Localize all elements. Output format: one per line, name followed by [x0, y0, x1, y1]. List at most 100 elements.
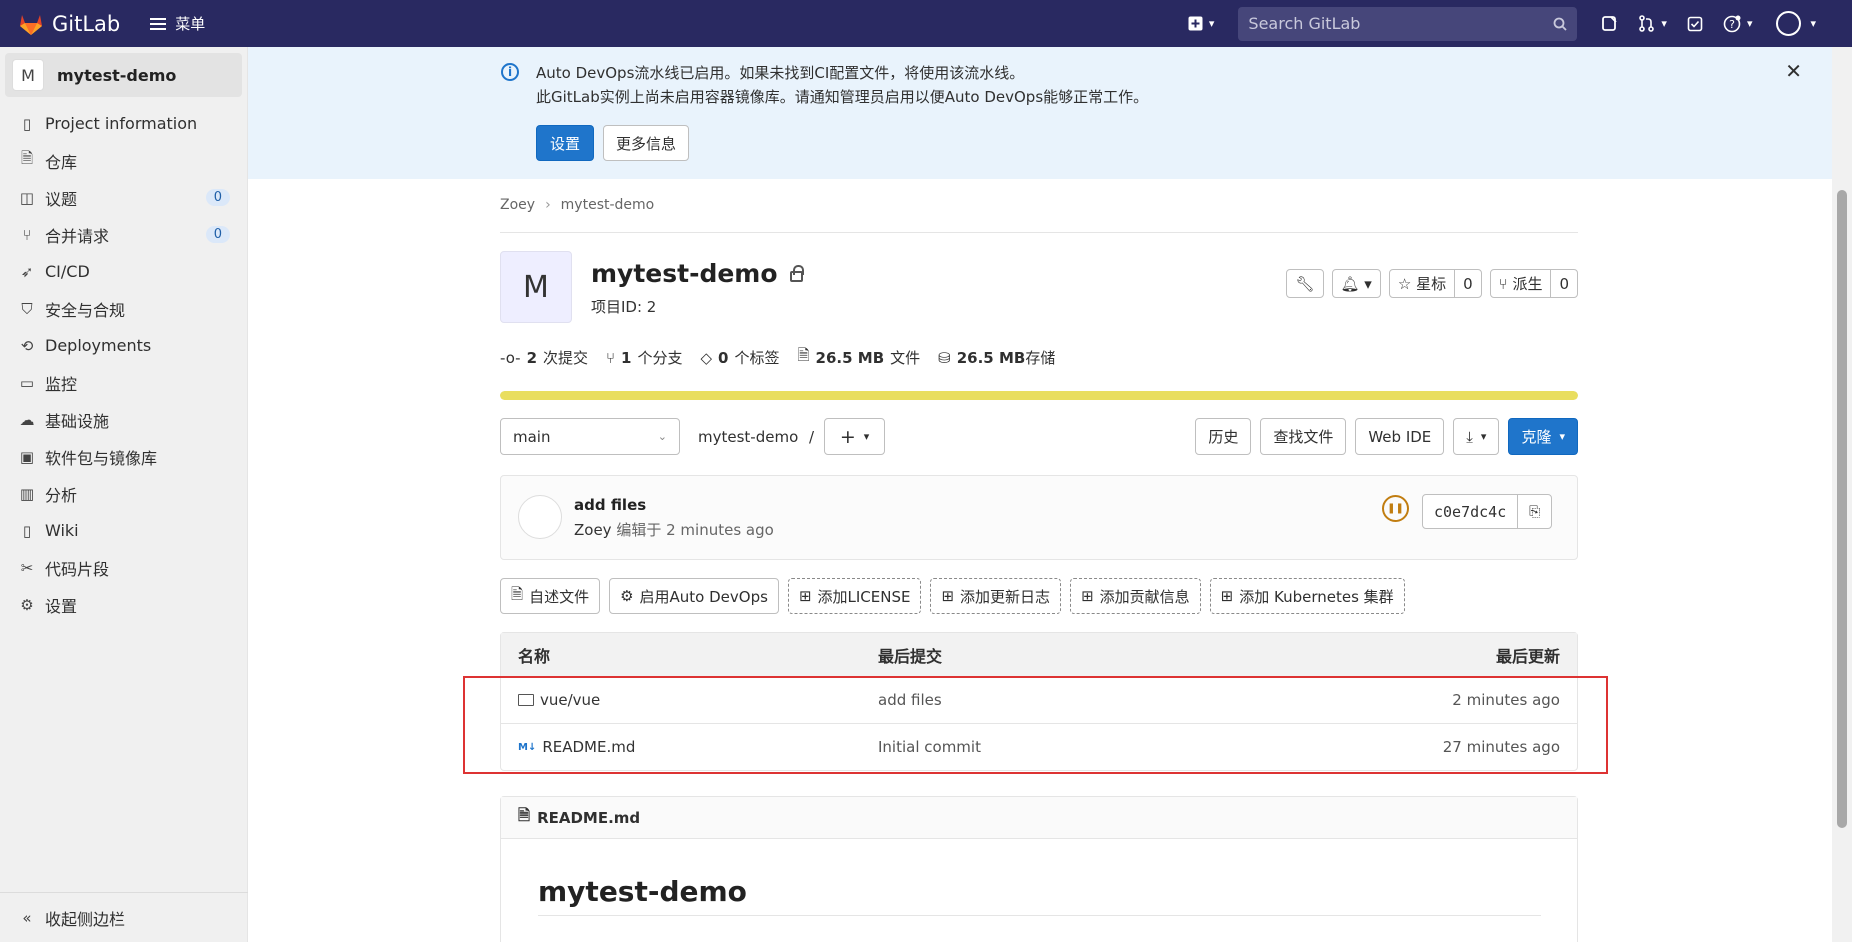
stat-files[interactable]: 🗎 26.5 MB 文件 — [797, 345, 920, 370]
stat-storage[interactable]: ⛁ 26.5 MB 存储 — [938, 345, 1055, 370]
fork-button[interactable]: ⑂ 派生 0 — [1489, 269, 1578, 298]
add-license-button[interactable]: ⊞ 添加LICENSE — [787, 578, 922, 614]
web-ide-button[interactable]: Web IDE — [1355, 418, 1445, 455]
branch-icon: ⑂ — [606, 348, 616, 367]
issues-icon — [1602, 16, 1618, 31]
copy-icon[interactable]: ⎘ — [1517, 495, 1551, 528]
download-dropdown[interactable]: ⤓ ▾ — [1453, 418, 1500, 455]
bell-icon: 🔔︎ ▾ — [1340, 274, 1372, 293]
readme-file-name[interactable]: README.md — [537, 809, 640, 827]
plus-square-icon: ⊞ — [941, 587, 955, 605]
add-to-tree-dropdown[interactable]: + ▾ — [824, 418, 886, 455]
gitlab-logo[interactable]: GitLab — [18, 12, 120, 36]
shield-icon: ⛉ — [21, 299, 33, 318]
alert-settings-button[interactable]: 设置 — [536, 125, 595, 161]
sidebar-item-settings[interactable]: ⚙ 设置 — [0, 586, 247, 623]
add-kubernetes-cluster-button[interactable]: ⊞ 添加 Kubernetes 集群 — [1209, 578, 1405, 614]
commit-author[interactable]: Zoey — [574, 521, 612, 539]
alert-more-info-button[interactable]: 更多信息 — [603, 125, 690, 161]
sidebar-item-deployments[interactable]: ⟲ Deployments — [0, 327, 247, 364]
fork-label: 派生 — [1512, 275, 1543, 293]
add-changelog-button[interactable]: ⊞ 添加更新日志 — [930, 578, 1062, 614]
page-scrollbar-thumb[interactable] — [1837, 190, 1847, 828]
gear-icon: ⚙ — [20, 595, 34, 614]
commit-author-avatar[interactable] — [518, 495, 562, 539]
close-icon[interactable]: ✕ — [1785, 59, 1802, 83]
package-icon: ▣ — [19, 447, 35, 466]
repo-path-name[interactable]: mytest-demo — [698, 428, 798, 446]
breadcrumb-item-project[interactable]: mytest-demo — [561, 197, 655, 213]
stat-commits-value: 2 — [526, 348, 537, 367]
sidebar-item-snippets[interactable]: ✂ 代码片段 — [0, 549, 247, 586]
tag-icon: ◇ — [700, 348, 713, 367]
clone-dropdown[interactable]: 克隆 ▾ — [1508, 418, 1578, 455]
add-readme-button[interactable]: 🗎 自述文件 — [500, 578, 601, 614]
sidebar-nav: ▯ Project information 🗎 仓库 ◫ 议题 0 ⑂ 合并请求… — [0, 105, 247, 623]
stat-commits[interactable]: -o- 2 次提交 — [500, 345, 588, 370]
sidebar-item-repository[interactable]: 🗎 仓库 — [0, 142, 247, 179]
breadcrumb-item-owner[interactable]: Zoey — [500, 197, 535, 213]
highlight-annotation-box — [463, 676, 1608, 774]
project-title-text: mytest-demo — [591, 259, 778, 288]
language-bar-fill — [500, 391, 1578, 400]
stat-files-label: 文件 — [890, 349, 921, 367]
search-input[interactable]: Search GitLab — [1238, 6, 1578, 41]
collapse-sidebar-button[interactable]: « 收起侧边栏 — [0, 892, 248, 942]
stat-tags[interactable]: ◇ 0 个标签 — [700, 345, 779, 370]
issues-shortcut[interactable] — [1601, 15, 1618, 32]
sidebar-item-monitor[interactable]: ▭ 监控 — [0, 364, 247, 401]
user-menu[interactable]: ▾ — [1776, 11, 1816, 36]
find-file-button[interactable]: 查找文件 — [1260, 418, 1347, 455]
sidebar-item-security[interactable]: ⛉ 安全与合规 — [0, 290, 247, 327]
commit-sha[interactable]: c0e7dc4c — [1423, 495, 1517, 528]
main-menu-button[interactable]: 菜单 — [150, 13, 205, 34]
sidebar-item-infrastructure[interactable]: ☁ 基础设施 — [0, 401, 247, 438]
pipeline-paused-icon[interactable]: ❚❚ — [1382, 495, 1409, 522]
chevron-down-icon: ▾ — [1810, 17, 1816, 30]
stat-tags-value: 0 — [718, 348, 729, 367]
add-contributing-button[interactable]: ⊞ 添加贡献信息 — [1070, 578, 1201, 614]
project-actions: 🔧︎ 🔔︎ ▾ ☆ 星标 0 ⑂ 派生 0 — [1286, 269, 1578, 298]
todos-shortcut[interactable] — [1687, 16, 1703, 32]
plus-square-icon — [1188, 16, 1203, 31]
sidebar-item-packages[interactable]: ▣ 软件包与镜像库 — [0, 438, 247, 475]
hamburger-icon — [150, 17, 167, 30]
help-dropdown[interactable]: ? ▾ — [1723, 15, 1752, 33]
project-settings-button[interactable]: 🔧︎ — [1286, 269, 1324, 298]
enable-auto-devops-button[interactable]: ⚙ 启用Auto DevOps — [609, 578, 779, 614]
repository-toolbar: main ⌄ mytest-demo / + ▾ 历史 查找文件 Web IDE… — [500, 418, 1578, 455]
branch-selector[interactable]: main ⌄ — [500, 418, 680, 455]
star-button[interactable]: ☆ 星标 0 — [1388, 269, 1482, 298]
book-icon: ▯ — [22, 521, 32, 540]
sidebar-item-wiki[interactable]: ▯ Wiki — [0, 512, 247, 549]
sidebar-item-label: 合并请求 — [45, 226, 110, 246]
project-title: mytest-demo — [591, 259, 804, 288]
sidebar-project-header[interactable]: M mytest-demo — [5, 53, 242, 97]
sidebar-item-label: 分析 — [45, 485, 78, 505]
history-button[interactable]: 历史 — [1195, 418, 1252, 455]
plus-square-icon: ⊞ — [798, 587, 812, 605]
merge-requests-shortcut[interactable]: ▾ — [1638, 15, 1667, 32]
quick-action-label: 添加更新日志 — [960, 587, 1051, 606]
merge-request-icon — [1639, 15, 1655, 32]
storage-icon: ⛁ — [938, 348, 951, 367]
stat-tags-label: 个标签 — [734, 349, 780, 367]
commit-title[interactable]: add files — [574, 496, 646, 514]
fork-count[interactable]: 0 — [1550, 270, 1577, 297]
chevron-down-icon: ▾ — [1480, 430, 1487, 443]
sidebar-item-project-information[interactable]: ▯ Project information — [0, 105, 247, 142]
breadcrumb-chevron-icon: › — [545, 197, 551, 213]
new-item-dropdown[interactable]: ▾ — [1188, 16, 1214, 31]
star-count[interactable]: 0 — [1454, 270, 1481, 297]
project-id: 项目ID: 2 — [591, 298, 657, 316]
notification-dropdown[interactable]: 🔔︎ ▾ — [1331, 269, 1381, 298]
sidebar-item-issues[interactable]: ◫ 议题 0 — [0, 179, 247, 216]
sidebar-item-merge-requests[interactable]: ⑂ 合并请求 0 — [0, 216, 247, 253]
stat-branches[interactable]: ⑂ 1 个分支 — [606, 345, 682, 370]
rocket-icon: ➶ — [20, 262, 34, 281]
readme-heading-rule — [538, 915, 1541, 916]
todo-check-icon — [1687, 16, 1703, 31]
sidebar-item-cicd[interactable]: ➶ CI/CD — [0, 253, 247, 290]
sidebar-item-analytics[interactable]: ▥ 分析 — [0, 475, 247, 512]
plus-square-icon: ⊞ — [1081, 587, 1094, 605]
